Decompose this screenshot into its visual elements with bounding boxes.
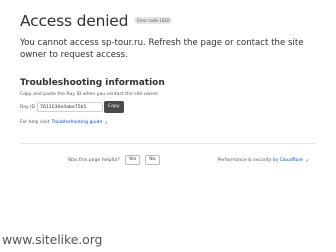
external-link-icon: ↗ (104, 120, 108, 125)
page-title: Access denied (20, 12, 129, 30)
ray-id-label: Ray ID (20, 104, 35, 110)
access-denied-description: You cannot access sp-tour.ru. Refresh th… (20, 38, 304, 60)
no-button[interactable]: No (145, 155, 160, 165)
performance-security: Performance & security by Cloudflare ↗ (218, 158, 309, 163)
troubleshooting-guide-row: For help visit Troubleshooting guide ↗ (20, 120, 320, 125)
troubleshooting-guide-link[interactable]: Troubleshooting guide (52, 120, 103, 125)
ray-id-field[interactable]: 7611030e4abe75b1 (37, 102, 103, 112)
cloudflare-link[interactable]: Cloudflare (280, 158, 303, 163)
external-link-icon: ↗ (305, 157, 309, 163)
ray-id-help-text: Copy and paste the Ray ID when you conta… (20, 92, 160, 97)
yes-button[interactable]: Yes (124, 155, 141, 165)
ray-id-row: Ray ID 7611030e4abe75b1 Copy (20, 101, 320, 113)
helpful-question: Was this page helpful? (68, 157, 120, 163)
footer: Was this page helpful? Yes No Performanc… (20, 155, 316, 165)
error-code-badge: Error code 1020 (134, 16, 173, 24)
main-content: Access denied Error code 1020 You cannot… (20, 12, 320, 125)
guide-prefix: For help visit (20, 120, 50, 125)
title-row: Access denied Error code 1020 (20, 12, 320, 30)
copy-button[interactable]: Copy (104, 101, 124, 113)
perf-prefix: Performance & security by (217, 157, 279, 163)
divider (20, 143, 316, 144)
watermark: www.sitelike.org (2, 232, 103, 247)
troubleshooting-title: Troubleshooting information (20, 78, 165, 88)
